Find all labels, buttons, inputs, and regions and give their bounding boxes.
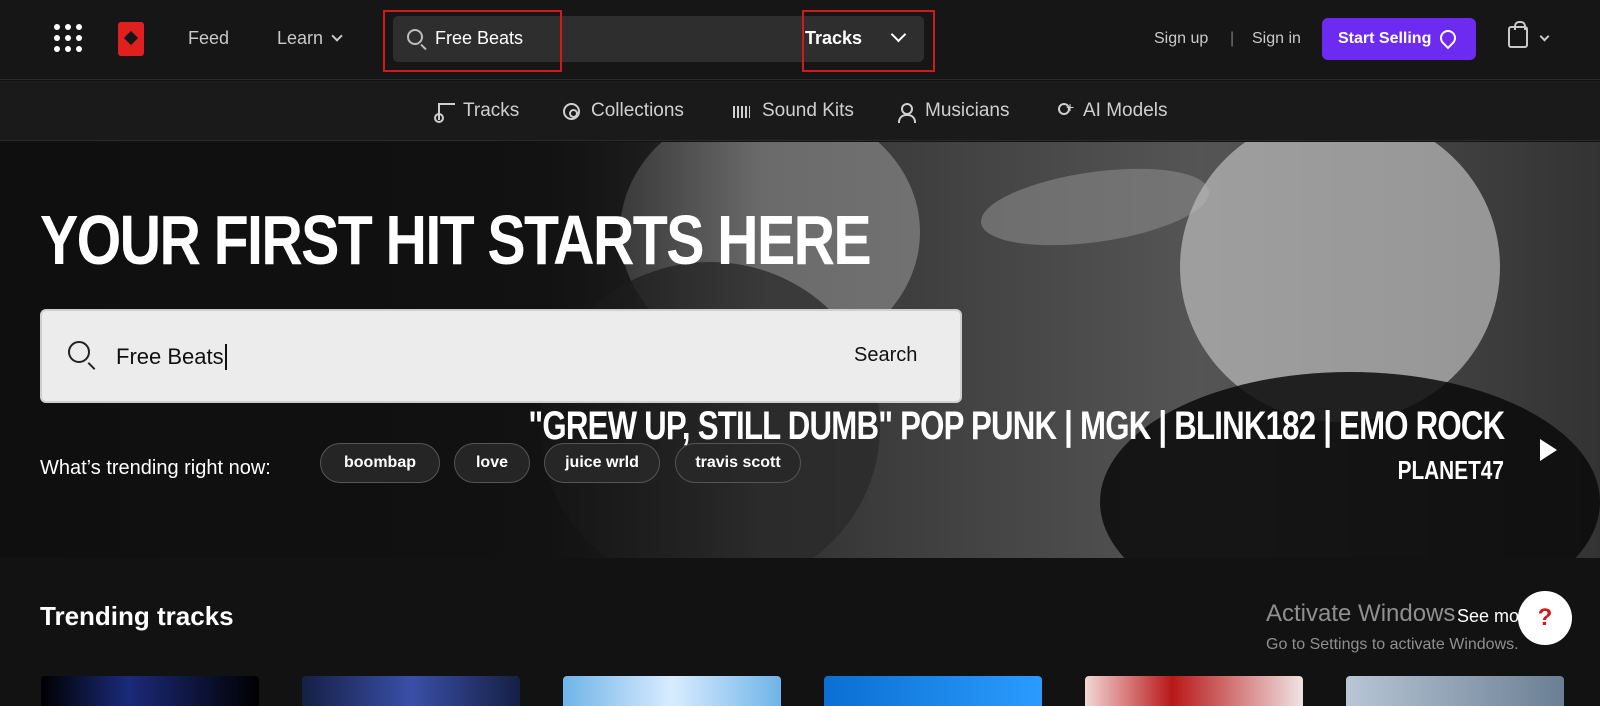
disc-icon: [563, 103, 580, 120]
hero-search-bar[interactable]: Free Beats Search: [40, 309, 962, 403]
user-icon: [897, 103, 916, 123]
chevron-down-icon[interactable]: [1539, 31, 1550, 42]
chevron-down-icon: [331, 30, 343, 42]
trending-chip[interactable]: juice wrld: [544, 443, 660, 483]
subnav-ai-models[interactable]: AI Models: [1083, 100, 1167, 122]
sign-in-link[interactable]: Sign in: [1252, 30, 1301, 48]
nav-feed-link[interactable]: Feed: [188, 28, 229, 49]
nav-learn-label: Learn: [277, 28, 324, 48]
hero-search-input[interactable]: Free Beats: [116, 344, 227, 370]
beatstars-logo[interactable]: [118, 22, 144, 56]
track-card-thumbnail[interactable]: [563, 676, 781, 706]
hero-title: YOUR FIRST HIT STARTS HERE: [40, 201, 872, 279]
separator: |: [1230, 30, 1235, 47]
see-more-link[interactable]: See mo: [1457, 606, 1519, 627]
trending-chip[interactable]: love: [454, 443, 530, 483]
trending-tracks-heading: Trending tracks: [40, 601, 234, 631]
subnav-collections[interactable]: Collections: [591, 100, 684, 122]
rocket-icon: [1436, 26, 1460, 50]
apps-grid-icon[interactable]: [54, 24, 82, 52]
music-note-icon: [434, 103, 455, 123]
subnav-sound-kits[interactable]: Sound Kits: [762, 100, 854, 122]
subnav-musicians[interactable]: Musicians: [925, 100, 1009, 122]
highlight-box-search: [383, 10, 562, 72]
hero-art-shape: [976, 156, 1214, 258]
subnav-tracks[interactable]: Tracks: [463, 100, 519, 122]
trending-label: What’s trending right now:: [40, 457, 271, 479]
help-button[interactable]: ?: [1518, 591, 1572, 645]
category-subnav: Tracks Collections Sound Kits Musicians …: [0, 81, 1600, 141]
start-selling-button[interactable]: Start Selling: [1322, 18, 1476, 60]
hero-banner: YOUR FIRST HIT STARTS HERE Free Beats Se…: [0, 142, 1600, 558]
highlight-box-filter: [802, 10, 935, 72]
play-icon[interactable]: [1540, 439, 1557, 461]
hero-art-shape: [1100, 372, 1600, 558]
user-plus-icon: [1056, 99, 1074, 120]
cart-bag-icon[interactable]: [1508, 21, 1528, 48]
track-card-thumbnail[interactable]: [41, 676, 259, 706]
trending-chip[interactable]: travis scott: [675, 443, 801, 483]
track-card-thumbnail[interactable]: [1085, 676, 1303, 706]
hero-search-button[interactable]: Search: [854, 344, 917, 367]
top-navbar: Feed Learn Free Beats Tracks Sign up | S…: [0, 0, 1600, 80]
activate-windows-subtext: Go to Settings to activate Windows.: [1266, 636, 1519, 653]
track-card-thumbnail[interactable]: [824, 676, 1042, 706]
nav-learn-menu[interactable]: Learn: [277, 28, 343, 49]
promo-artist-name[interactable]: PLANET47: [1398, 455, 1504, 486]
track-card-thumbnail[interactable]: [302, 676, 520, 706]
sign-up-link[interactable]: Sign up: [1154, 30, 1208, 48]
activate-windows-title: Activate Windows: [1266, 600, 1456, 627]
waveform-icon: [733, 106, 750, 118]
track-card-thumbnail[interactable]: [1346, 676, 1564, 706]
search-icon: [68, 341, 90, 363]
promo-track-title[interactable]: "GREW UP, STILL DUMB" POP PUNK | MGK | B…: [528, 404, 1505, 449]
trending-chip[interactable]: boombap: [320, 443, 440, 483]
start-selling-label: Start Selling: [1338, 30, 1432, 47]
